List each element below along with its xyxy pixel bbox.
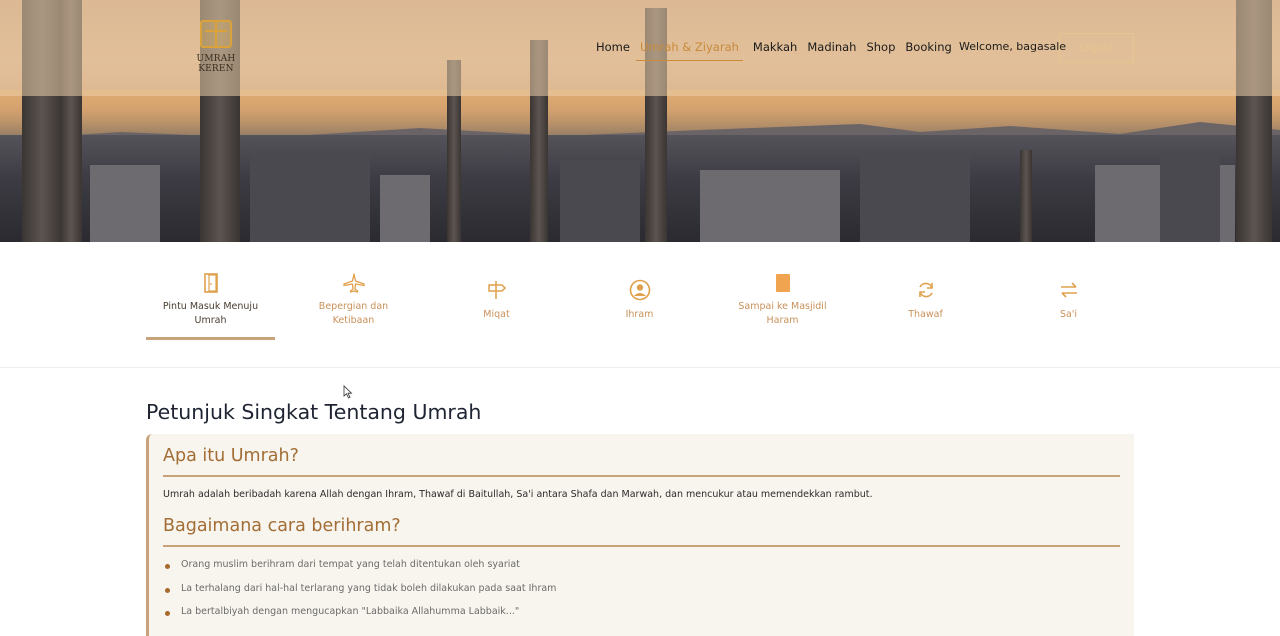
signpost-icon	[487, 281, 506, 299]
tab-label: Thawaf	[908, 309, 943, 320]
arrows-swap-icon	[1060, 282, 1077, 298]
list-item: Orang muslim berihram dari tempat yang t…	[165, 559, 556, 583]
tab-sai[interactable]: Sa'i	[1004, 262, 1133, 340]
tab-bepergian[interactable]: Bepergian dan Ketibaan	[289, 262, 418, 340]
book-icon	[775, 274, 790, 292]
refresh-icon	[918, 282, 933, 298]
logout-button[interactable]: Logout	[1059, 33, 1134, 63]
tab-thawaf[interactable]: Thawaf	[861, 262, 990, 340]
heading-rule	[163, 545, 1120, 547]
section-text: Umrah adalah beribadah karena Allah deng…	[163, 489, 873, 500]
umrah-info-card: Apa itu Umrah? Umrah adalah beribadah ka…	[146, 434, 1134, 636]
tab-miqat[interactable]: Miqat	[432, 262, 561, 340]
section-divider	[0, 367, 1280, 368]
tab-label: Miqat	[483, 309, 510, 320]
logo-text: UMRAH KEREN	[196, 54, 236, 74]
tab-sampai-masjidil-haram[interactable]: Sampai ke Masjidil Haram	[718, 262, 847, 340]
step-tabs: Pintu Masuk Menuju Umrah Bepergian dan K…	[146, 262, 1134, 342]
kaaba-icon	[200, 20, 232, 48]
mouse-cursor-icon	[343, 385, 353, 399]
nav-makkah[interactable]: Makkah	[753, 40, 797, 61]
nav-home[interactable]: Home	[596, 40, 630, 61]
nav-booking[interactable]: Booking	[905, 40, 951, 61]
site-logo[interactable]: UMRAH KEREN	[178, 20, 254, 74]
list-item: La bertalbiyah dengan mengucapkan "Labba…	[165, 606, 556, 630]
ihram-list: Orang muslim berihram dari tempat yang t…	[165, 559, 556, 630]
section-heading: Bagaimana cara berihram?	[163, 516, 401, 536]
nav-shop[interactable]: Shop	[866, 40, 895, 61]
nav-madinah[interactable]: Madinah	[807, 40, 856, 61]
nav-umrah-ziyarah[interactable]: Umrah & Ziyarah	[635, 40, 743, 61]
section-heading: Apa itu Umrah?	[163, 446, 299, 466]
heading-rule	[163, 475, 1120, 477]
main-nav: Home Umrah & Ziyarah Makkah Madinah Shop…	[596, 40, 962, 61]
tab-ihram[interactable]: Ihram	[575, 262, 704, 340]
welcome-text: Welcome, bagasale	[959, 40, 1067, 53]
tab-label: Sampai ke Masjidil Haram	[738, 301, 827, 326]
tab-label: Bepergian dan Ketibaan	[318, 301, 389, 326]
hero-city	[0, 135, 1280, 242]
tab-pintu-masuk[interactable]: Pintu Masuk Menuju Umrah	[146, 262, 275, 340]
door-icon	[203, 273, 218, 293]
tab-label: Pintu Masuk Menuju Umrah	[162, 301, 259, 326]
person-circle-icon	[629, 279, 650, 301]
tab-label: Ihram	[625, 309, 654, 320]
airplane-icon	[342, 273, 365, 293]
tab-label: Sa'i	[1059, 309, 1078, 320]
list-item: La terhalang dari hal-hal terlarang yang…	[165, 583, 556, 607]
page-title: Petunjuk Singkat Tentang Umrah	[146, 400, 482, 424]
